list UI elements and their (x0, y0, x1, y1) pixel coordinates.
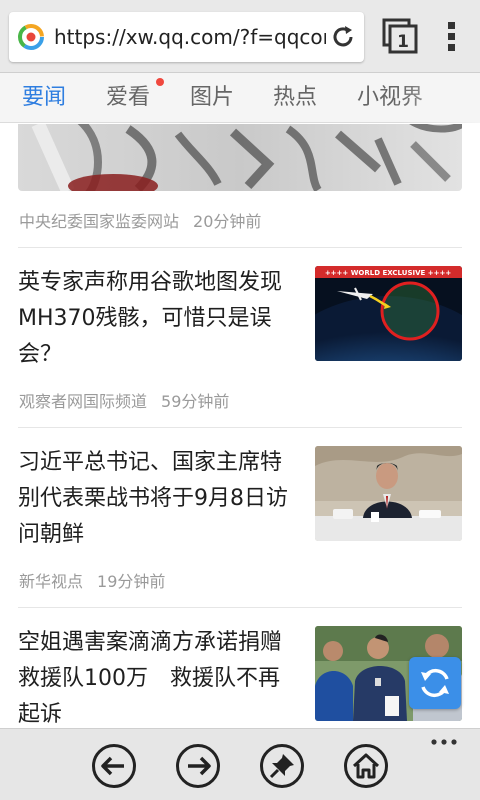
article-source: 新华视点 (19, 572, 84, 591)
article-thumbnail[interactable] (315, 446, 462, 541)
reload-icon[interactable] (330, 24, 356, 50)
article-thumbnail[interactable]: ++++ WORLD EXCLUSIVE ++++ (315, 266, 462, 361)
tab-tupian[interactable]: 图片 (190, 73, 234, 123)
hero-image[interactable] (18, 124, 462, 191)
hero-meta: 中央纪委国家监委网站 20分钟前 (19, 208, 261, 232)
article-title[interactable]: 空姐遇害案滴滴方承诺捐赠救援队100万 救援队不再起诉 (18, 625, 298, 728)
forward-arrow-icon[interactable] (175, 743, 221, 789)
refresh-button[interactable] (409, 657, 461, 709)
tab-yaowen[interactable]: 要闻 (22, 73, 66, 123)
divider (18, 247, 462, 248)
article-time: 20分钟前 (193, 212, 262, 231)
tencent-news-icon (18, 24, 44, 50)
tab-aikan[interactable]: 爱看 (106, 73, 150, 123)
article-source: 观察者网国际频道 (19, 392, 148, 411)
article-source: 中央纪委国家监委网站 (19, 212, 180, 231)
tab-count: 1 (397, 32, 409, 52)
tabs-button[interactable]: 1 (382, 18, 418, 54)
browser-toolbar: https://xw.qq.com/?f=qqcom 1 (0, 0, 480, 73)
tabs-icon: 1 (382, 18, 418, 54)
new-content-dot (156, 78, 164, 86)
news-feed[interactable]: 中央纪委国家监委网站 20分钟前 英专家声称用谷歌地图发现MH370残骸，可惜只是… (0, 124, 480, 728)
back-arrow-icon[interactable] (91, 743, 137, 789)
divider (18, 427, 462, 428)
channel-nav: 要闻 爱看 图片 热点 小视界 (0, 73, 480, 123)
article-meta: 新华视点 19分钟前 (19, 568, 165, 592)
address-bar[interactable]: https://xw.qq.com/?f=qqcom (9, 12, 364, 62)
tab-redian[interactable]: 热点 (273, 73, 317, 123)
thumb-caption: ++++ WORLD EXCLUSIVE ++++ (325, 269, 452, 277)
tab-xiaoshijie[interactable]: 小视界 (357, 73, 423, 123)
bottom-toolbar (0, 728, 480, 800)
overflow-menu-icon[interactable] (440, 18, 464, 54)
article-title[interactable]: 习近平总书记、国家主席特别代表栗战书将于9月8日访问朝鲜 (18, 445, 298, 553)
article-time: 59分钟前 (161, 392, 230, 411)
article-title[interactable]: 英专家声称用谷歌地图发现MH370残骸，可惜只是误会？ (18, 265, 298, 373)
map-thumbnail: ++++ WORLD EXCLUSIVE ++++ (315, 266, 462, 361)
url-text[interactable]: https://xw.qq.com/?f=qqcom (54, 24, 326, 50)
more-dots-icon[interactable] (430, 737, 458, 747)
pin-icon[interactable] (259, 743, 305, 789)
refresh-icon (421, 668, 449, 698)
divider (18, 607, 462, 608)
meeting-photo (315, 446, 462, 541)
article-time: 19分钟前 (97, 572, 166, 591)
home-icon[interactable] (343, 743, 389, 789)
hero-photo (18, 124, 462, 191)
article-meta: 观察者网国际频道 59分钟前 (19, 388, 229, 412)
